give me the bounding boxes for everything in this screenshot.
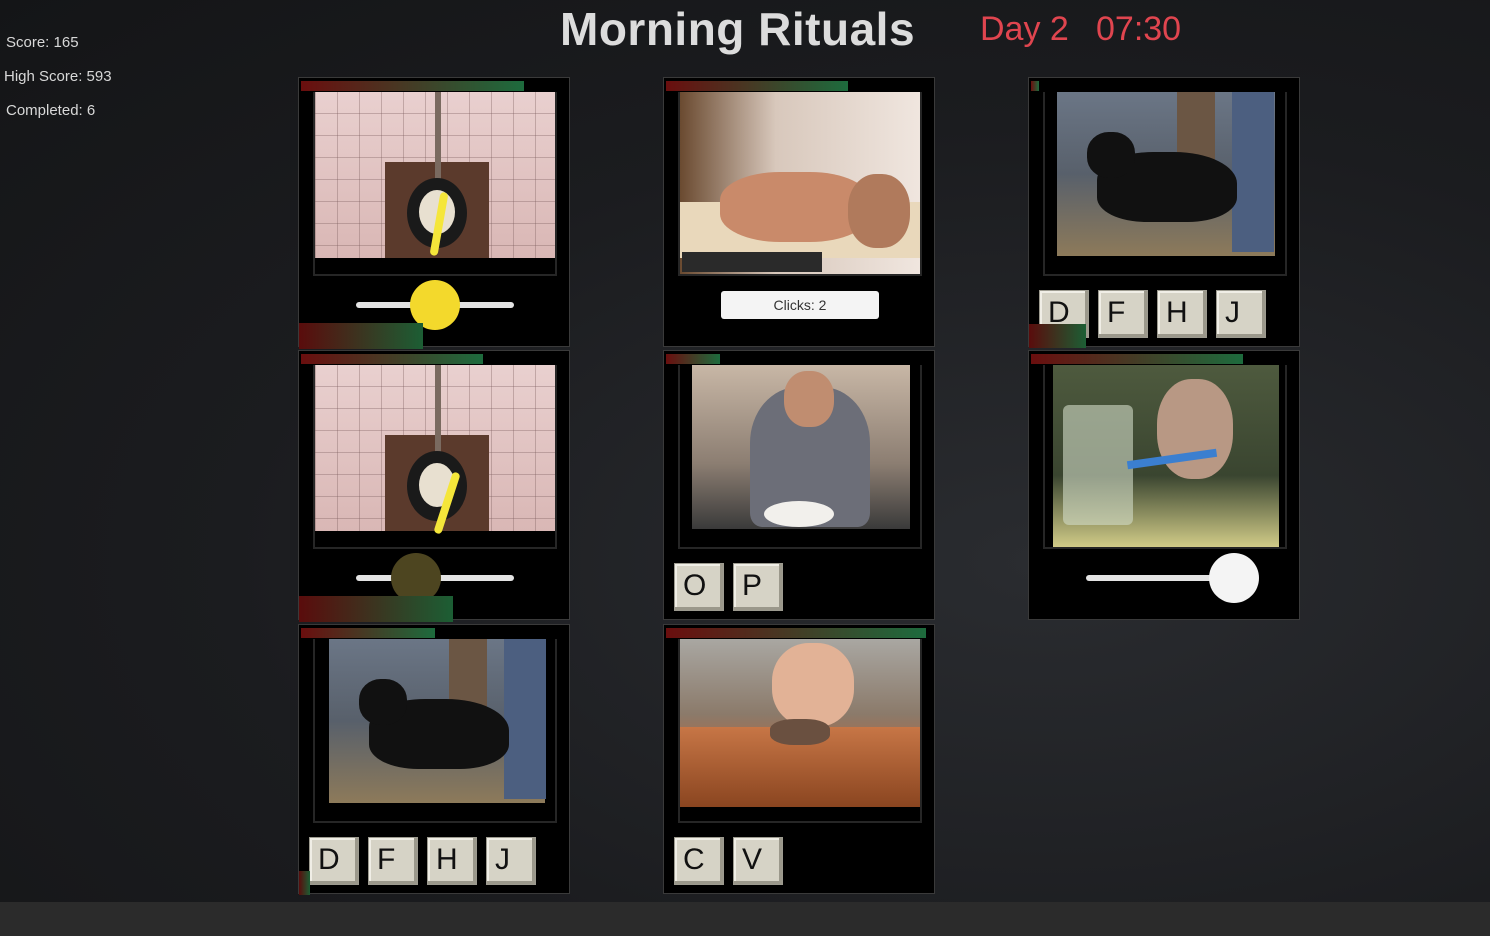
scene-frame <box>1043 92 1287 276</box>
panel-keys-baby: C V <box>663 624 935 894</box>
toilet-icon <box>315 92 555 258</box>
panel-timer-bar <box>301 628 435 638</box>
key-button-j[interactable]: J <box>1216 290 1266 338</box>
panel-toilet-2 <box>298 350 570 622</box>
key-button-f[interactable]: F <box>368 837 418 885</box>
key-button-o[interactable]: O <box>674 563 724 611</box>
scene-frame <box>313 639 557 823</box>
task-progress-bar <box>299 596 453 622</box>
brush-slider-knob[interactable] <box>1209 553 1259 603</box>
game-clock: 07:30 <box>1096 10 1182 48</box>
key-button-p[interactable]: P <box>733 563 783 611</box>
scene-frame <box>313 92 557 276</box>
scene-frame <box>678 365 922 549</box>
panel-timer-bar <box>301 354 483 364</box>
game-title: Morning Rituals <box>560 3 916 55</box>
toilet-icon <box>315 365 555 535</box>
panel-timer-bar <box>666 628 926 638</box>
key-button-h[interactable]: H <box>1157 290 1207 338</box>
task-progress-bar <box>1029 324 1086 348</box>
breakfast-icon <box>692 365 910 529</box>
panel-dog-1: D F H J <box>298 624 570 895</box>
panel-timer-bar <box>666 354 720 364</box>
key-button-c[interactable]: C <box>674 837 724 885</box>
bottom-strip <box>0 902 1490 936</box>
score-label: Score: 165 <box>6 34 79 51</box>
clicks-counter-button[interactable]: Clicks: 2 <box>721 291 879 319</box>
scene-frame <box>1043 365 1287 549</box>
scene-frame <box>313 365 557 549</box>
panel-toilet-1 <box>298 77 570 349</box>
toothbrush-icon <box>1053 365 1279 547</box>
panel-alarm: Clicks: 2 <box>663 77 935 347</box>
panel-timer-bar <box>1031 81 1039 91</box>
panel-timer-bar <box>301 81 524 91</box>
scene-frame <box>678 639 922 823</box>
task-progress-bar <box>299 323 423 349</box>
key-button-f[interactable]: F <box>1098 290 1148 338</box>
keys-icon <box>680 639 920 807</box>
task-progress-bar <box>299 871 310 895</box>
day-indicator: Day 2 <box>980 10 1069 48</box>
panel-breakfast: O P <box>663 350 935 620</box>
high-score-label: High Score: 593 <box>4 68 112 85</box>
key-button-j[interactable]: J <box>486 837 536 885</box>
dog-icon <box>1057 92 1275 256</box>
panel-timer-bar <box>1031 354 1243 364</box>
panel-timer-bar <box>666 81 848 91</box>
alarm-clock-icon <box>680 92 920 274</box>
key-button-h[interactable]: H <box>427 837 477 885</box>
key-button-v[interactable]: V <box>733 837 783 885</box>
completed-label: Completed: 6 <box>6 102 96 119</box>
panel-toothbrush <box>1028 350 1300 620</box>
key-button-d[interactable]: D <box>309 837 359 885</box>
panel-dog-2: D F H J <box>1028 77 1300 348</box>
scene-frame <box>678 92 922 276</box>
dog-icon <box>329 639 546 803</box>
